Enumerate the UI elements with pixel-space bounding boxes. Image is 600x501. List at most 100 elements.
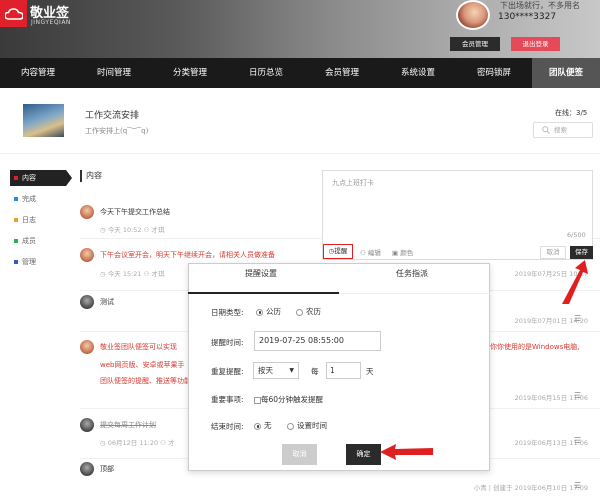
- post-meta: ◷ 今天 15:21 ⚇ 才琪: [100, 268, 165, 278]
- post-meta: ◷ 今天 10:52 ⚇ 才琪: [100, 224, 165, 234]
- lunar-label: 农历: [306, 307, 321, 316]
- avatar: [80, 462, 94, 476]
- end-set-time-label: 设置时间: [297, 421, 327, 430]
- sidebar-item-label: 完成: [22, 195, 36, 203]
- end-none-label: 无: [264, 421, 272, 430]
- user-avatar[interactable]: [456, 0, 490, 30]
- people-icon: ⚇: [360, 249, 366, 257]
- sidebar-item-log[interactable]: 日志: [10, 212, 68, 228]
- remind-time-input[interactable]: 2019-07-25 08:55:00: [254, 331, 381, 351]
- tab-task-assign[interactable]: 任务指派: [396, 268, 428, 279]
- caret-down-icon: ▼: [289, 367, 294, 374]
- sidebar-item-manage[interactable]: 管理: [10, 254, 68, 270]
- dot-icon: [14, 218, 18, 222]
- sidebar: 内容 完成 日志 成员 管理: [10, 170, 68, 275]
- nav-category-management[interactable]: 分类管理: [152, 58, 228, 88]
- note-input-text[interactable]: 九点上班打卡: [332, 178, 374, 188]
- group-title: 工作交流安排: [85, 111, 140, 121]
- sidebar-item-done[interactable]: 完成: [10, 191, 68, 207]
- repeat-select[interactable]: 按天 ▼: [253, 362, 299, 379]
- app-logo[interactable]: [0, 0, 27, 27]
- color-button[interactable]: ▣ 颜色: [392, 247, 413, 257]
- menu-icon[interactable]: ☰: [574, 436, 581, 445]
- checkbox-icon: [254, 396, 261, 404]
- solar-radio[interactable]: 公历: [256, 306, 281, 317]
- post-meta: ◷ 06月12日 11:20 ⚇ 才: [100, 437, 175, 447]
- nav-team-notes[interactable]: 团队便签: [532, 58, 600, 88]
- nav-system-settings[interactable]: 系统设置: [380, 58, 456, 88]
- logout-button[interactable]: 退出登录: [511, 37, 560, 51]
- user-icon: ⚇: [143, 226, 150, 234]
- sidebar-item-content[interactable]: 内容: [10, 170, 66, 186]
- important-checkbox[interactable]: 每60分钟触发提醒: [254, 394, 323, 405]
- post-time: 今天 15:21: [107, 270, 142, 278]
- avatar: [80, 295, 94, 309]
- menu-icon[interactable]: ☰: [574, 481, 581, 490]
- annotation-arrow-icon: [380, 444, 433, 460]
- cloud-icon: [4, 7, 23, 20]
- end-none-radio[interactable]: 无: [254, 420, 272, 431]
- important-label: 重要事项:: [211, 395, 244, 404]
- post-text-line2: web网页版、安卓或苹果手: [100, 361, 185, 369]
- char-count: 6/500: [567, 231, 586, 239]
- confirm-button[interactable]: 确定: [346, 444, 381, 465]
- post-text: 顶部: [100, 465, 114, 473]
- clock-icon: ◷: [100, 270, 106, 278]
- radio-icon: [296, 308, 303, 316]
- date-type-label: 日期类型:: [211, 308, 244, 317]
- post-author: 才琪: [151, 226, 165, 234]
- end-set-time-radio[interactable]: 设置时间: [287, 420, 327, 431]
- color-label: 颜色: [400, 249, 414, 257]
- menu-icon[interactable]: ☰: [574, 314, 581, 323]
- tab-remind-settings[interactable]: 提醒设置: [245, 268, 277, 279]
- nav-member-management[interactable]: 会员管理: [304, 58, 380, 88]
- color-square-icon: ▣: [392, 249, 399, 257]
- remind-time-label: 提醒时间:: [211, 338, 244, 347]
- search-icon: [542, 126, 550, 134]
- every-label: 每: [311, 367, 319, 376]
- user-icon: ⚇: [160, 439, 166, 447]
- solar-label: 公历: [266, 307, 281, 316]
- nav-time-management[interactable]: 时间管理: [76, 58, 152, 88]
- lunar-radio[interactable]: 农历: [296, 306, 321, 317]
- post-text-overflow: 你你使用的是Windows电脑,: [490, 343, 580, 351]
- avatar: [80, 340, 94, 354]
- sidebar-item-label: 日志: [22, 216, 36, 224]
- post-date: 小青 | 创建于 2019年06月10日 17:09: [473, 484, 588, 492]
- clock-icon: ◷: [100, 226, 106, 234]
- member-management-button[interactable]: 会员管理: [450, 37, 500, 51]
- edit-label: 编辑: [367, 249, 381, 257]
- cancel-button[interactable]: 取消: [282, 444, 317, 465]
- sidebar-item-label: 成员: [22, 237, 36, 245]
- day-unit-label: 天: [366, 367, 374, 376]
- dot-icon: [14, 260, 18, 264]
- logo-subtitle: JINGYEQIAN: [31, 19, 71, 26]
- remind-label: 提醒: [334, 247, 348, 255]
- avatar: [80, 248, 94, 262]
- radio-icon: [256, 308, 263, 316]
- avatar: [80, 418, 94, 432]
- edit-button[interactable]: ⚇ 编辑: [360, 247, 381, 257]
- post-text: 下午会议室开会，明天下午继续开会，请相关人员做准备: [100, 251, 275, 259]
- content-heading: 内容: [80, 170, 102, 182]
- post-time: 今天 10:52: [107, 226, 142, 234]
- search-input[interactable]: 搜索: [533, 122, 593, 138]
- nav-password-lock[interactable]: 密码锁屏: [456, 58, 532, 88]
- post-author: 才: [168, 439, 175, 447]
- online-count: 在线：3/5: [555, 109, 588, 117]
- repeat-label: 重复提醒:: [211, 367, 244, 376]
- post-text-line3: 团队便签的提醒、推送等功能: [100, 377, 191, 385]
- dot-icon: [14, 239, 18, 243]
- radio-icon: [254, 422, 261, 430]
- tab-active-underline: [188, 292, 339, 294]
- radio-icon: [287, 422, 294, 430]
- nav-content-management[interactable]: 内容管理: [0, 58, 76, 88]
- remind-button[interactable]: ◷提醒: [323, 244, 353, 259]
- every-input[interactable]: 1: [326, 362, 361, 379]
- important-option-label: 每60分钟触发提醒: [261, 395, 324, 404]
- post-text: 提交每周工作计划: [100, 421, 156, 429]
- annotation-arrow-icon: [562, 260, 588, 304]
- nav-calendar-overview[interactable]: 日历总览: [228, 58, 304, 88]
- menu-icon[interactable]: ☰: [574, 391, 581, 400]
- sidebar-item-members[interactable]: 成员: [10, 233, 68, 249]
